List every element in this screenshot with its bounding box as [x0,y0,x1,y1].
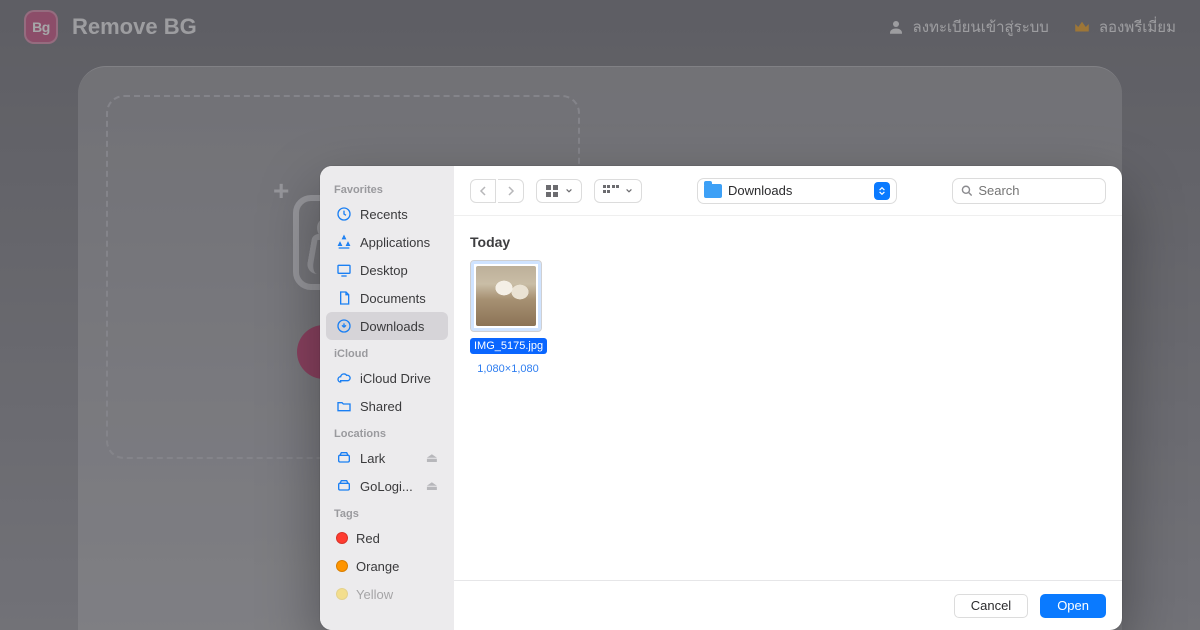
sidebar-item-downloads[interactable]: Downloads [326,312,448,340]
clock-icon [336,206,352,222]
eject-icon[interactable]: ⏏ [426,478,438,494]
file-thumbnail [470,260,542,332]
open-button[interactable]: Open [1040,594,1106,618]
sidebar-item-label: Documents [360,291,426,306]
sidebar-item-label: Recents [360,207,408,222]
sidebar-item-label: Red [356,531,380,546]
group-icon [603,185,619,197]
sidebar-item-label: Downloads [360,319,424,334]
nav-buttons [470,179,524,203]
thumbnail-image [476,266,536,326]
sidebar-item-label: Yellow [356,587,393,602]
file-item[interactable]: IMG_5175.jpg 1,080×1,080 [470,260,546,375]
sidebar-item-icloud-drive[interactable]: iCloud Drive [326,364,448,392]
sidebar-item-lark[interactable]: Lark ⏏ [326,444,448,472]
sidebar-item-shared[interactable]: Shared [326,392,448,420]
file-dimensions: 1,080×1,080 [470,363,546,375]
dialog-toolbar: Downloads [454,166,1122,216]
sidebar-item-label: Lark [360,451,385,466]
search-icon [961,184,972,197]
sidebar-heading-locations: Locations [320,420,454,444]
download-icon [336,318,352,334]
sidebar-item-recents[interactable]: Recents [326,200,448,228]
view-group-button[interactable] [594,179,642,203]
folder-icon [704,184,722,198]
sidebar-item-label: GoLogi... [360,479,413,494]
file-name: IMG_5175.jpg [470,338,547,354]
dialog-sidebar: Favorites Recents Applications Desktop D… [320,166,454,630]
file-open-dialog: Favorites Recents Applications Desktop D… [320,166,1122,630]
cloud-icon [336,370,352,386]
sidebar-item-label: Shared [360,399,402,414]
nav-forward-button[interactable] [498,179,524,203]
sidebar-item-applications[interactable]: Applications [326,228,448,256]
search-field[interactable] [952,178,1106,204]
folder-icon [336,398,352,414]
section-today: Today [470,234,1106,250]
tag-dot-icon [336,532,348,544]
sidebar-item-label: Applications [360,235,430,250]
disk-icon [336,450,352,466]
view-icons-button[interactable] [536,179,582,203]
apps-icon [336,234,352,250]
tag-dot-icon [336,560,348,572]
disk-icon [336,478,352,494]
sidebar-tag-orange[interactable]: Orange [326,552,448,580]
sidebar-item-desktop[interactable]: Desktop [326,256,448,284]
sidebar-tag-yellow[interactable]: Yellow [326,580,448,608]
desktop-icon [336,262,352,278]
sidebar-item-label: iCloud Drive [360,371,431,386]
sidebar-item-label: Orange [356,559,399,574]
tag-dot-icon [336,588,348,600]
search-input[interactable] [978,183,1097,198]
sidebar-tag-red[interactable]: Red [326,524,448,552]
eject-icon[interactable]: ⏏ [426,450,438,466]
dialog-footer: Cancel Open [454,580,1122,630]
path-selector[interactable]: Downloads [697,178,897,204]
sidebar-item-label: Desktop [360,263,408,278]
path-label: Downloads [728,183,868,198]
chevron-down-icon [565,187,573,195]
grid-icon [545,184,559,198]
sidebar-item-documents[interactable]: Documents [326,284,448,312]
sidebar-item-gologin[interactable]: GoLogi... ⏏ [326,472,448,500]
sidebar-heading-favorites: Favorites [320,176,454,200]
sidebar-heading-tags: Tags [320,500,454,524]
updown-chevron-icon [874,182,890,200]
chevron-down-icon [625,187,633,195]
document-icon [336,290,352,306]
file-browser[interactable]: Today IMG_5175.jpg 1,080×1,080 [454,216,1122,580]
cancel-button[interactable]: Cancel [954,594,1028,618]
nav-back-button[interactable] [470,179,496,203]
dialog-content: Downloads Today IMG_5175.jpg 1,0 [454,166,1122,630]
sidebar-heading-icloud: iCloud [320,340,454,364]
